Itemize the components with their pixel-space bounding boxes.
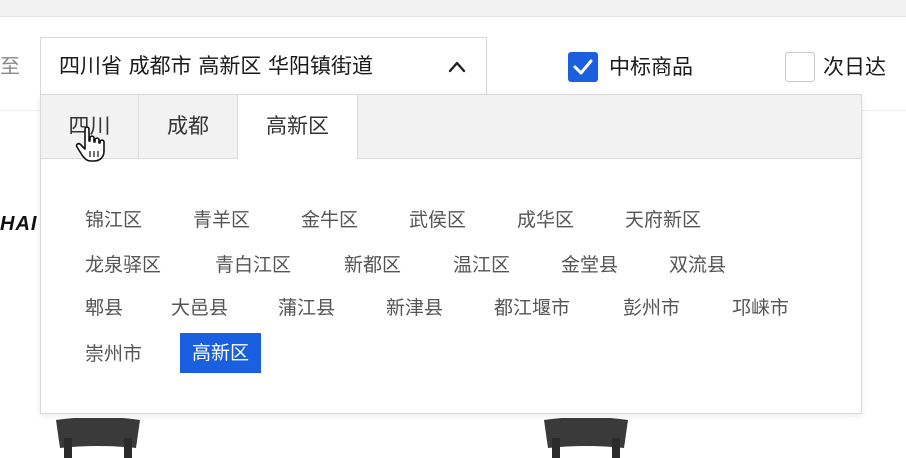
region-option[interactable]: 成华区 [517,206,574,234]
region-option[interactable]: 金牛区 [301,206,358,234]
region-option[interactable]: 大邑县 [171,294,228,322]
ship-to-label: 至 [0,54,20,78]
region-option[interactable]: 新都区 [344,251,401,279]
region-option[interactable]: 彭州市 [623,294,680,322]
region-option[interactable]: 武侯区 [409,206,466,234]
region-option[interactable]: 青羊区 [193,206,250,234]
region-option[interactable]: 天府新区 [625,206,701,234]
chevron-up-icon [448,61,466,73]
next-day-checkbox[interactable] [785,52,815,82]
region-option[interactable]: 郫县 [85,294,123,322]
region-option[interactable]: 金堂县 [561,251,618,279]
region-tab-bar: 四川 成都 高新区 [41,95,861,159]
brand-logo-fragment: HAI [0,213,40,235]
region-option-selected[interactable]: 高新区 [180,333,262,373]
top-nav-divider [0,16,906,17]
brand-logo-text: HAI [0,213,38,235]
next-day-label[interactable]: 次日达 [823,53,886,81]
region-option[interactable]: 温江区 [453,251,510,279]
region-option[interactable]: 蒲江县 [278,294,335,322]
region-option[interactable]: 青白江区 [215,251,291,279]
region-option[interactable]: 双流县 [669,251,726,279]
region-option[interactable]: 锦江区 [85,206,142,234]
address-select-value: 四川省 成都市 高新区 华阳镇街道 [59,54,374,78]
region-option[interactable]: 新津县 [386,294,443,322]
region-option[interactable]: 崇州市 [85,340,142,368]
region-picker-dropdown: 四川 成都 高新区 锦江区 青羊区 金牛区 武侯区 成华区 天府新区 龙泉驿区 … [40,94,862,414]
product-thumbnail [56,418,140,458]
checkmark-icon [573,59,593,75]
tab-district[interactable]: 高新区 [238,95,358,159]
bid-goods-label[interactable]: 中标商品 [609,53,693,81]
top-nav-band [0,0,906,16]
bid-goods-checkbox[interactable] [568,52,598,82]
region-option[interactable]: 龙泉驿区 [85,251,161,279]
product-thumbnail [544,418,628,458]
hand-pointer-cursor-icon [75,126,105,162]
region-option[interactable]: 都江堰市 [494,294,570,322]
region-option[interactable]: 邛崃市 [732,294,789,322]
address-select[interactable]: 四川省 成都市 高新区 华阳镇街道 [40,37,487,95]
tab-city[interactable]: 成都 [139,95,238,158]
